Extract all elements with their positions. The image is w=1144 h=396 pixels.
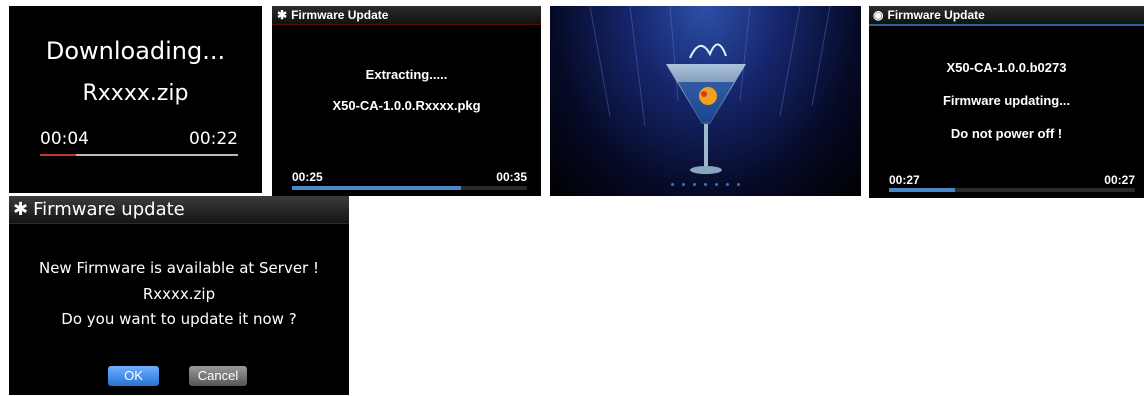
update-title-bar: ◉ Firmware Update — [869, 6, 1144, 26]
extract-progress-fill — [292, 186, 462, 190]
search-icon: ◉ — [873, 8, 884, 22]
extract-panel: ✱ Firmware Update Extracting..... X50-CA… — [272, 6, 541, 196]
update-warning: Do not power off ! — [950, 126, 1063, 141]
download-progress-bar — [40, 154, 238, 156]
gear-icon: ✱ — [13, 199, 29, 220]
download-total-time: 00:22 — [189, 129, 238, 149]
extract-progress-bar — [292, 186, 527, 190]
download-status: Downloading... — [45, 37, 226, 65]
download-panel: Downloading... Rxxxx.zip 00:04 00:22 — [9, 6, 262, 193]
page-dot — [726, 183, 729, 186]
update-progress-bar — [889, 188, 1135, 192]
page-dot — [715, 183, 718, 186]
update-title: Firmware Update — [887, 8, 985, 22]
dialog-title: Firmware update — [33, 199, 185, 220]
download-progress-fill — [40, 154, 76, 156]
firmware-dialog: ✱ Firmware update New Firmware is availa… — [9, 196, 349, 395]
extract-total-time: 00:35 — [496, 170, 527, 184]
extract-title: Firmware Update — [291, 8, 389, 22]
page-dot — [671, 183, 674, 186]
update-progress-fill — [889, 188, 956, 192]
cocktail-glass-image — [589, 6, 831, 174]
cancel-button[interactable]: Cancel — [189, 366, 247, 386]
page-dot — [693, 183, 696, 186]
splash-panel — [550, 6, 861, 196]
update-elapsed-time: 00:27 — [889, 173, 920, 187]
page-dot — [737, 183, 740, 186]
extract-elapsed-time: 00:25 — [292, 170, 323, 184]
page-dot — [682, 183, 685, 186]
update-total-time: 00:27 — [1104, 173, 1135, 187]
download-elapsed-time: 00:04 — [40, 129, 89, 149]
dialog-filename: Rxxxx.zip — [142, 285, 216, 303]
update-version: X50-CA-1.0.0.b0273 — [946, 60, 1067, 75]
extract-filename: X50-CA-1.0.0.Rxxxx.pkg — [332, 98, 481, 113]
ok-button[interactable]: OK — [108, 366, 159, 386]
dialog-title-bar: ✱ Firmware update — [9, 196, 349, 224]
extract-status: Extracting..... — [365, 67, 448, 82]
gear-icon: ✱ — [277, 8, 288, 22]
download-filename: Rxxxx.zip — [82, 81, 189, 106]
dialog-message: New Firmware is available at Server ! — [38, 259, 320, 277]
splash-page-indicator — [671, 183, 740, 186]
dialog-question: Do you want to update it now ? — [61, 310, 297, 328]
update-panel: ◉ Firmware Update X50-CA-1.0.0.b0273 Fir… — [869, 6, 1144, 198]
page-dot — [704, 183, 707, 186]
extract-title-bar: ✱ Firmware Update — [272, 6, 541, 25]
update-status: Firmware updating... — [942, 93, 1071, 108]
